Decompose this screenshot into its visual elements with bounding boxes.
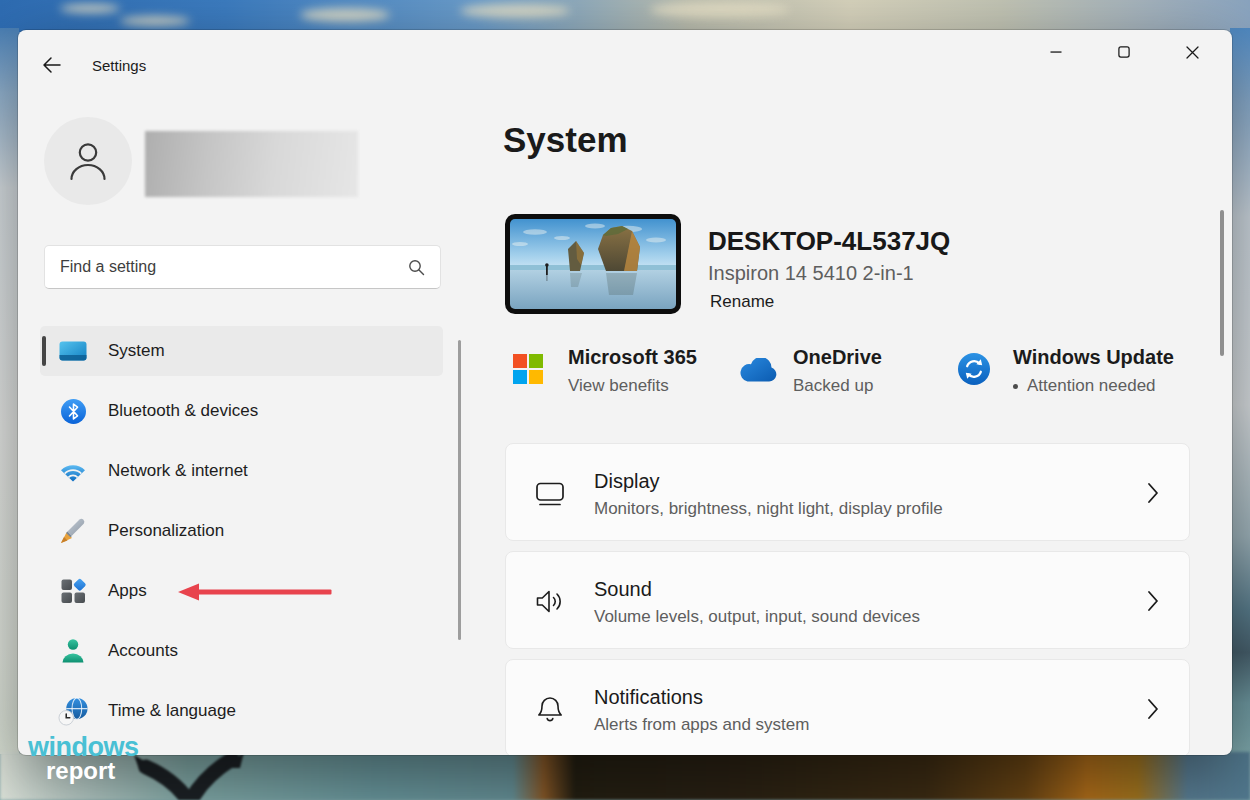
card-subtitle: Monitors, brightness, night light, displ… <box>594 499 943 519</box>
minimize-icon <box>1050 46 1062 58</box>
windows-update-icon <box>957 352 991 396</box>
card-title: Display <box>594 470 660 493</box>
search-placeholder: Find a setting <box>60 258 408 276</box>
display-card[interactable]: Display Monitors, brightness, night ligh… <box>505 443 1190 541</box>
sidebar-item-label: Time & language <box>108 701 236 721</box>
close-button[interactable] <box>1158 30 1226 74</box>
annotation-arrow <box>178 583 332 601</box>
card-title: Notifications <box>594 686 703 709</box>
back-arrow-icon <box>42 55 62 75</box>
wallpaper-bird-silhouette <box>126 750 254 800</box>
close-icon <box>1186 46 1199 59</box>
back-button[interactable] <box>42 55 62 75</box>
apps-icon <box>58 576 88 606</box>
sidebar-item-bluetooth-devices[interactable]: Bluetooth & devices <box>40 386 443 436</box>
onedrive-tile[interactable]: OneDrive Backed up <box>737 346 882 396</box>
person-icon <box>65 137 111 185</box>
tile-title: Microsoft 365 <box>568 346 697 368</box>
sidebar-item-label: Personalization <box>108 521 224 541</box>
sidebar-item-system[interactable]: System <box>40 326 443 376</box>
search-icon <box>408 259 425 276</box>
selected-indicator <box>42 336 46 366</box>
accounts-icon <box>58 636 88 666</box>
wallpaper-cloud <box>460 4 570 18</box>
maximize-icon <box>1118 46 1130 58</box>
wifi-icon <box>58 456 88 486</box>
card-title: Sound <box>594 578 652 601</box>
rename-link[interactable]: Rename <box>710 292 774 312</box>
sidebar-item-label: Apps <box>108 581 147 601</box>
time-language-icon <box>58 696 88 726</box>
window-controls <box>1022 30 1226 74</box>
sound-card[interactable]: Sound Volume levels, output, input, soun… <box>505 551 1190 649</box>
wallpaper-cloud <box>650 2 790 18</box>
device-name: DESKTOP-4L537JQ <box>708 226 950 257</box>
display-icon <box>534 477 566 509</box>
sidebar-item-label: Accounts <box>108 641 178 661</box>
card-subtitle: Alerts from apps and system <box>594 715 809 735</box>
sidebar-item-accounts[interactable]: Accounts <box>40 626 443 676</box>
tile-subtitle: Attention needed <box>1013 376 1174 396</box>
attention-dot <box>1013 384 1018 389</box>
maximize-button[interactable] <box>1090 30 1158 74</box>
chevron-right-icon <box>1147 698 1159 724</box>
microsoft-365-logo <box>513 354 543 396</box>
notifications-card[interactable]: Notifications Alerts from apps and syste… <box>505 659 1190 755</box>
brush-icon <box>58 516 88 546</box>
tile-title: OneDrive <box>793 346 882 368</box>
system-icon <box>58 336 88 366</box>
bluetooth-icon <box>58 396 88 426</box>
microsoft-365-tile[interactable]: Microsoft 365 View benefits <box>513 346 697 396</box>
speaker-icon <box>534 585 566 617</box>
sidebar-item-label: System <box>108 341 165 361</box>
sidebar-item-network-internet[interactable]: Network & internet <box>40 446 443 496</box>
window-title: Settings <box>92 57 146 74</box>
search-input[interactable]: Find a setting <box>44 245 441 289</box>
page-title: System <box>503 120 628 160</box>
avatar[interactable] <box>44 117 132 205</box>
tile-subtitle: View benefits <box>568 376 697 396</box>
sidebar-item-label: Network & internet <box>108 461 248 481</box>
main-scrollbar[interactable] <box>1220 210 1224 356</box>
device-thumbnail <box>505 214 681 314</box>
minimize-button[interactable] <box>1022 30 1090 74</box>
chevron-right-icon <box>1147 590 1159 616</box>
onedrive-cloud-icon <box>737 358 777 396</box>
user-name-redacted <box>145 131 358 197</box>
wallpaper-cloud <box>120 16 190 26</box>
sidebar-nav: System Bluetooth & devices <box>40 326 443 746</box>
wallpaper-cloud <box>300 8 390 22</box>
chevron-right-icon <box>1147 482 1159 508</box>
settings-window: Settings Find a setting <box>18 30 1232 755</box>
wallpaper-cloud <box>60 4 120 13</box>
device-wallpaper-image <box>510 219 676 309</box>
sidebar-item-label: Bluetooth & devices <box>108 401 258 421</box>
bell-icon <box>534 693 566 725</box>
tile-title: Windows Update <box>1013 346 1174 368</box>
device-model: Inspiron 14 5410 2-in-1 <box>708 262 914 285</box>
sidebar-item-time-language[interactable]: Time & language <box>40 686 443 736</box>
card-subtitle: Volume levels, output, input, sound devi… <box>594 607 920 627</box>
wallpaper-left-edge <box>0 28 19 754</box>
tile-subtitle: Backed up <box>793 376 882 396</box>
sidebar-item-personalization[interactable]: Personalization <box>40 506 443 556</box>
wallpaper-right-edge <box>1230 28 1250 754</box>
wallpaper-sky <box>0 0 1250 32</box>
sidebar-scrollbar[interactable] <box>458 340 461 640</box>
watermark-report: report <box>46 757 115 785</box>
windows-update-tile[interactable]: Windows Update Attention needed <box>957 346 1174 396</box>
